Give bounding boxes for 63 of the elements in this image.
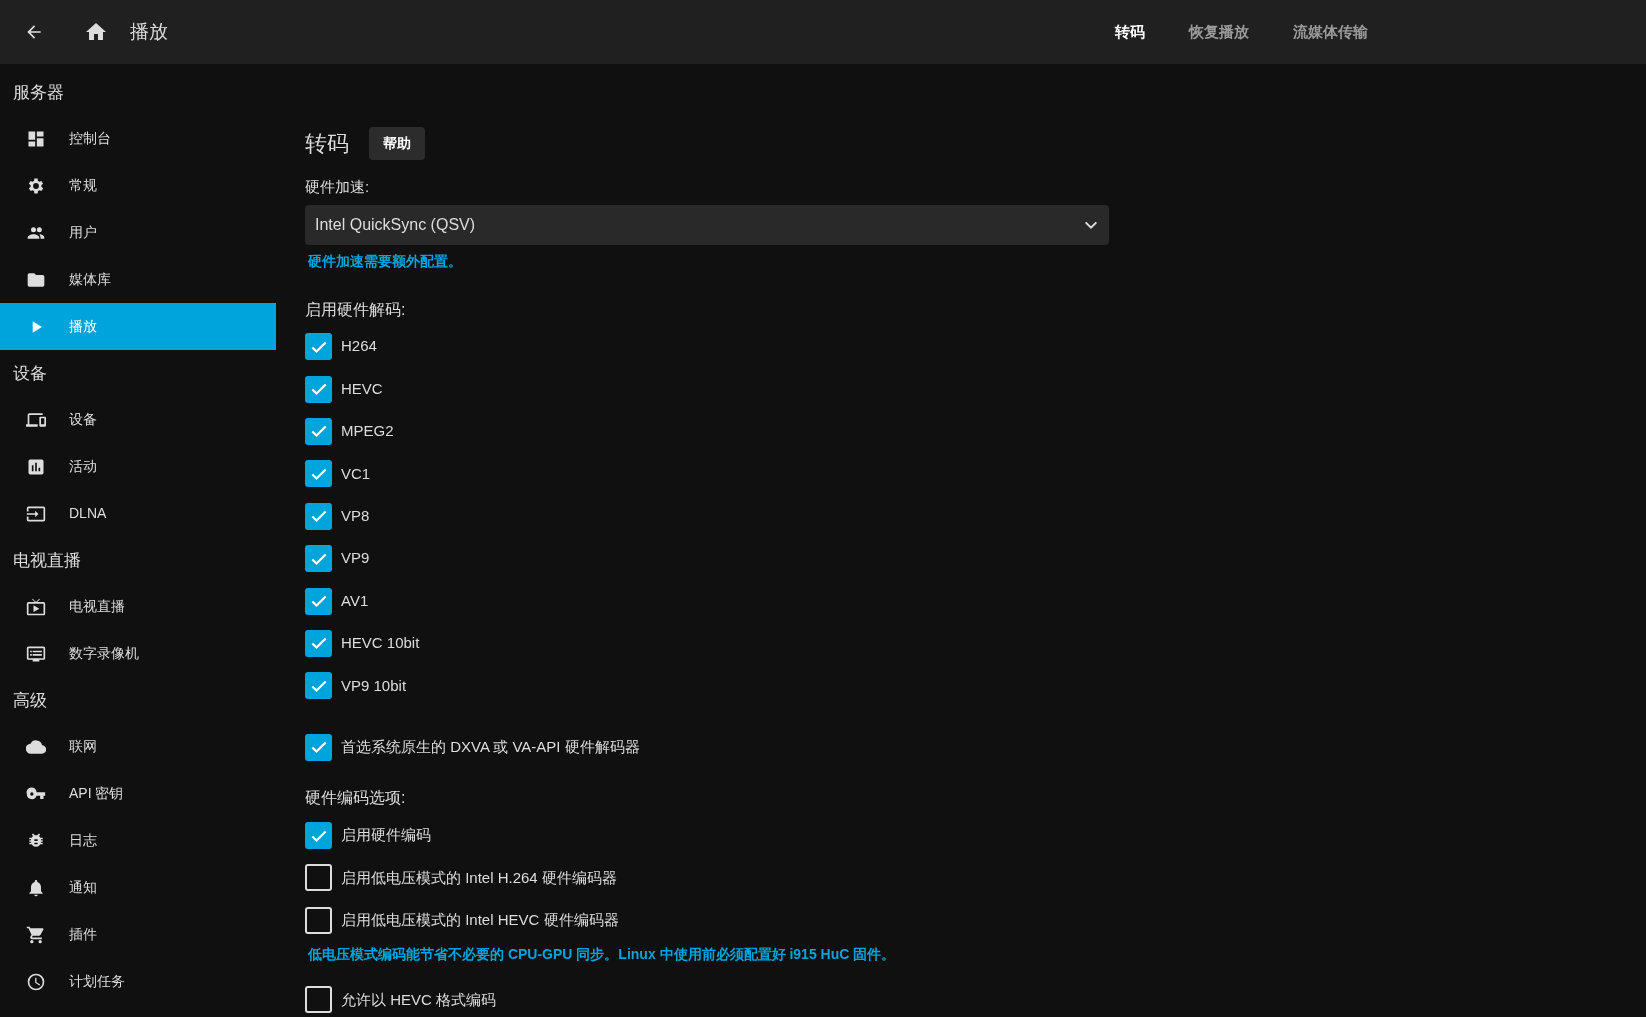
sidebar-item[interactable]: 插件 [0,911,276,958]
checkbox-label: VC1 [341,463,371,484]
section-title: 转码 [305,129,349,158]
checkbox[interactable] [305,733,332,761]
bell-icon [26,877,46,898]
sidebar-item[interactable]: API 密钥 [0,770,276,817]
checkbox[interactable] [305,629,332,657]
tv-icon [26,596,46,617]
sidebar-item[interactable]: 日志 [0,817,276,864]
checkbox-label: 允许以 HEVC 格式编码 [341,989,496,1010]
tab[interactable]: 流媒体传输 [1293,20,1368,44]
checkbox[interactable] [305,502,332,530]
section-heading: 电视直播 [12,550,82,573]
sidebar-item[interactable]: 电视直播 [0,583,276,630]
clock-icon [26,971,46,992]
help-note: 低电压模式编码能节省不必要的 CPU-GPU 同步。Linux 中使用前必须配置好 i915 HuC 固件。 [308,944,897,964]
checkbox[interactable] [305,822,332,850]
help-button[interactable]: 帮助 [369,126,425,160]
checkbox[interactable] [305,587,332,615]
sidebar-item[interactable]: 控制台 [0,115,276,162]
checkbox-label: 启用低电压模式的 Intel HEVC 硬件编码器 [341,910,619,931]
checkbox[interactable] [305,864,332,892]
sidebar-item[interactable]: 计划任务 [0,958,276,1005]
checkbox-label: AV1 [341,590,369,611]
section-label: 硬件编码选项: [305,788,407,809]
checkbox-label: VP8 [341,506,370,526]
checkbox-label: H264 [341,336,377,357]
sidebar-item[interactable]: 通知 [0,864,276,911]
sidebar-item[interactable]: 媒体库 [0,256,276,303]
cart-icon [26,924,46,945]
checkbox[interactable] [305,460,332,488]
checkbox[interactable] [305,986,332,1014]
hardware-acceleration-dropdown[interactable]: Intel QuickSync (QSV) [305,204,1109,245]
checkbox-label: VP9 [341,548,370,569]
section-heading: 服务器 [12,82,65,105]
section-heading: 设备 [12,363,48,386]
sidebar-item[interactable]: 联网 [0,723,276,770]
sidebar-item[interactable]: 数字录像机 [0,630,276,677]
page-title: 播放 [130,19,168,44]
sidebar-item[interactable]: 活动 [0,443,276,490]
checkbox[interactable] [305,545,332,573]
section-label: 启用硬件解码: [305,299,407,320]
section-heading: 高级 [12,690,48,713]
tab[interactable]: 恢复播放 [1189,20,1249,44]
checkbox-label: MPEG2 [341,421,394,442]
checkbox-label: HEVC 10bit [341,633,420,654]
tab[interactable]: 转码 [1115,20,1145,44]
sidebar-item[interactable]: 常规 [0,162,276,209]
checkbox[interactable] [305,906,332,934]
checkbox[interactable] [305,417,332,445]
checkbox[interactable] [305,375,332,403]
checkbox[interactable] [305,672,332,700]
checkbox[interactable] [305,333,332,361]
checkbox-label: 首选系统原生的 DXVA 或 VA-API 硬件解码器 [341,736,640,757]
help-note: 硬件加速需要额外配置。 [308,251,463,271]
sidebar-item[interactable]: DLNA [0,490,276,537]
checkbox-label: HEVC [341,378,383,399]
sidebar-item[interactable]: 设备 [0,396,276,443]
checkbox-label: VP9 10bit [341,675,407,696]
checkbox-label: 启用低电压模式的 Intel H.264 硬件编码器 [341,867,617,888]
sidebar-item[interactable]: 用户 [0,209,276,256]
field-label: 硬件加速: [305,177,371,197]
checkbox-label: 启用硬件编码 [341,825,431,846]
